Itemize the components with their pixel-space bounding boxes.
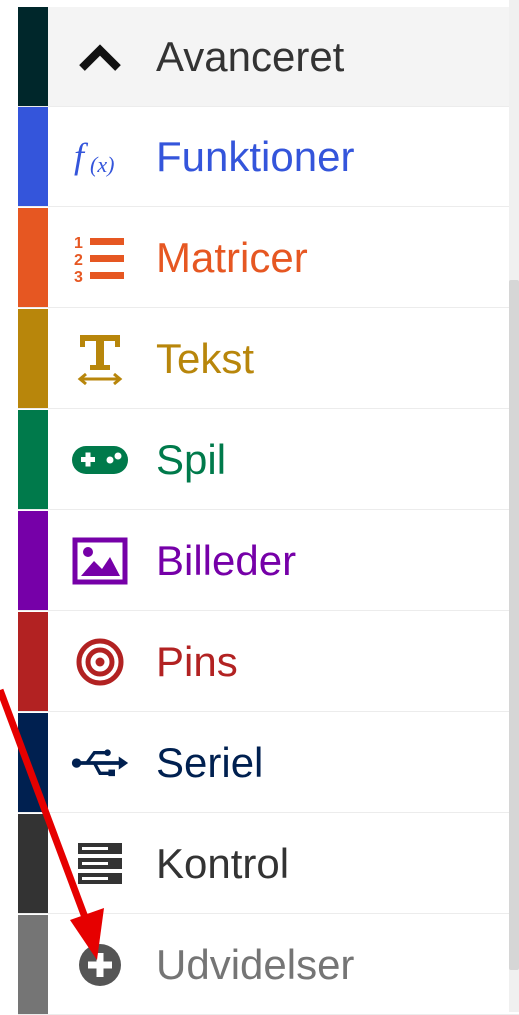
svg-text:2: 2 xyxy=(74,252,83,269)
category-color-stripe xyxy=(18,511,48,610)
category-pins[interactable]: Pins xyxy=(18,612,519,712)
numbered-list-icon: 1 2 3 xyxy=(70,228,130,288)
target-icon xyxy=(70,632,130,692)
category-label: Funktioner xyxy=(156,132,355,180)
category-label: Matricer xyxy=(156,233,308,281)
category-color-stripe xyxy=(18,612,48,711)
category-label: Spil xyxy=(156,435,227,483)
svg-text:(x): (x) xyxy=(90,152,114,177)
category-color-stripe xyxy=(18,107,48,206)
category-color-stripe xyxy=(18,309,48,408)
gamepad-icon xyxy=(70,430,130,490)
category-billeder[interactable]: Billeder xyxy=(18,511,519,611)
category-color-stripe xyxy=(18,915,48,1014)
function-icon: f (x) xyxy=(70,127,130,187)
category-color-stripe xyxy=(18,7,48,106)
category-label: Billeder xyxy=(156,536,297,584)
usb-icon xyxy=(70,733,130,793)
chevron-up-icon[interactable] xyxy=(70,27,130,87)
category-label: Seriel xyxy=(156,738,264,786)
category-tekst[interactable]: Tekst xyxy=(18,309,519,409)
category-matricer[interactable]: 1 2 3 Matricer xyxy=(18,208,519,308)
left-margin xyxy=(0,0,18,1012)
image-icon xyxy=(70,531,130,591)
category-avanceret[interactable]: Avanceret xyxy=(18,7,519,107)
category-label: Udvidelser xyxy=(156,940,355,988)
svg-text:3: 3 xyxy=(74,269,83,286)
category-label: Kontrol xyxy=(156,839,290,887)
svg-text:1: 1 xyxy=(74,235,83,252)
scrollbar-track[interactable] xyxy=(509,0,519,1012)
category-label: Tekst xyxy=(156,334,255,382)
svg-text:f: f xyxy=(74,136,89,176)
category-kontrol[interactable]: Kontrol xyxy=(18,814,519,914)
category-color-stripe xyxy=(18,410,48,509)
text-width-icon xyxy=(70,329,130,389)
category-spil[interactable]: Spil xyxy=(18,410,519,510)
category-label: Pins xyxy=(156,637,238,685)
toolbox-category-menu: Avanceret f (x) Funktioner 1 2 3 Matrice… xyxy=(18,0,519,1015)
category-color-stripe xyxy=(18,208,48,307)
plus-circle-icon xyxy=(70,935,130,995)
category-udvidelser[interactable]: Udvidelser xyxy=(18,915,519,1015)
category-funktioner[interactable]: f (x) Funktioner xyxy=(18,107,519,207)
category-seriel[interactable]: Seriel xyxy=(18,713,519,813)
scrollbar-thumb[interactable] xyxy=(509,280,519,970)
category-color-stripe xyxy=(18,814,48,913)
server-icon xyxy=(70,834,130,894)
category-label: Avanceret xyxy=(156,32,345,80)
category-color-stripe xyxy=(18,713,48,812)
